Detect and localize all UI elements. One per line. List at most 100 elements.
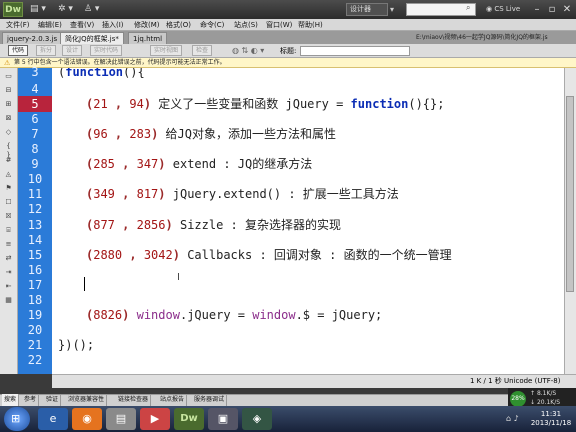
tray-icons[interactable]: ⌂ ♪ [506, 414, 519, 423]
menu-edit[interactable]: 编辑(E) [38, 19, 62, 31]
close-button[interactable]: ✕ [560, 2, 574, 17]
tab-validation[interactable]: 验证 [44, 394, 62, 406]
settings-gear-icon[interactable]: ✲ ▾ [58, 3, 73, 16]
globe-icon[interactable]: ◍ ⇅ ◐ ▾ [232, 46, 264, 55]
live-view-button[interactable]: 实时视图 [150, 45, 183, 56]
line-number-gutter: 3 4 5 6 7 8 9 10 11 12 13 14 15 16 17 18… [18, 65, 52, 374]
clock-date: 2013/11/18 [530, 419, 572, 427]
tab-link-checker[interactable]: 链接检查器 [116, 394, 152, 406]
code-line-3: (function(){ [58, 68, 145, 79]
cs-live-label: CS Live [494, 5, 521, 13]
recent-snippets-icon[interactable]: ≡ [3, 240, 14, 249]
dreamweaver-logo: Dw [3, 2, 23, 17]
open-documents-icon[interactable]: ▭ [3, 72, 14, 81]
title-input[interactable] [300, 46, 410, 56]
format-source-icon[interactable]: ▦ [3, 296, 14, 305]
file-explorer-icon[interactable]: ▤ [106, 408, 136, 430]
menu-help[interactable]: 帮助(H) [298, 19, 323, 31]
download-arrow-icon: ↓ [530, 399, 537, 406]
user-icon[interactable]: ♙ ▾ [84, 3, 99, 16]
select-parent-tag-icon[interactable]: ◇ [3, 128, 14, 137]
line-number: 17 [27, 278, 43, 292]
live-code-button[interactable]: 实时代码 [90, 45, 123, 56]
tab-1jq-html[interactable]: 1jq.html [128, 32, 168, 44]
code-line-19: (8826) window.jQuery = window.$ = jQuery… [86, 308, 383, 322]
code-view-button[interactable]: 代码 [8, 45, 29, 56]
collapse-tag-icon[interactable]: ⊟ [3, 86, 14, 95]
workspace-switcher[interactable]: 设计器 [346, 3, 388, 16]
code-editor[interactable]: (function(){ (21 , 94) 定义了一些变量和函数 jQuery… [52, 68, 564, 374]
menu-modify[interactable]: 修改(M) [134, 19, 160, 31]
line-number: 15 [27, 248, 43, 262]
line-number-error: 5 [18, 96, 52, 112]
tab-server-debug[interactable]: 服务器调试 [192, 394, 228, 406]
tab-browser-compatibility[interactable]: 浏览器兼容性 [66, 394, 108, 406]
balance-braces-icon[interactable]: { } [3, 142, 14, 159]
dreamweaver-taskbar-icon[interactable]: Dw [174, 408, 204, 430]
cs-live-button[interactable]: ◉ CS Live [486, 3, 526, 16]
app-green-icon[interactable]: ◈ [242, 408, 272, 430]
apply-comment-icon[interactable]: ☐ [3, 198, 14, 207]
outdent-code-icon[interactable]: ⇤ [3, 282, 14, 291]
highlight-invalid-code-icon[interactable]: ◬ [3, 170, 14, 179]
system-clock[interactable]: 11:31 2013/11/18 [528, 410, 574, 428]
text-caret [84, 277, 85, 291]
line-numbers-icon[interactable]: # [3, 156, 14, 165]
line-number: 13 [27, 218, 43, 232]
tab-site-reports[interactable]: 站点报告 [158, 394, 188, 406]
syntax-error-alerts-icon[interactable]: ⚑ [3, 184, 14, 193]
line-number: 21 [27, 338, 43, 352]
remove-comment-icon[interactable]: ☒ [3, 212, 14, 221]
scrollbar-thumb[interactable] [566, 96, 574, 292]
document-path: E:\miaov\视频\46一起学JQ源码\简化JQ的框架.js [416, 34, 548, 41]
wrap-tag-icon[interactable]: ⌸ [3, 226, 14, 235]
line-number: 14 [27, 233, 43, 247]
line-number: 9 [31, 157, 39, 171]
expand-all-icon[interactable]: ⊠ [3, 114, 14, 123]
minimize-button[interactable]: – [530, 2, 544, 17]
upload-arrow-icon: ↑ [530, 390, 537, 397]
code-line-15: (2880 , 3042) Callbacks : 回调对象 : 函数的一个统一… [86, 248, 452, 262]
internet-explorer-icon[interactable]: e [38, 408, 68, 430]
split-view-button[interactable]: 拆分 [36, 45, 57, 56]
code-line-9: (285 , 347) extend : JQ的继承方法 [86, 157, 313, 171]
windows-logo-icon: ⊞ [11, 412, 21, 425]
line-number: 18 [27, 293, 43, 307]
move-css-icon[interactable]: ⇄ [3, 254, 14, 263]
maximize-button[interactable]: ▫ [545, 2, 559, 17]
clock-time: 11:31 [540, 410, 562, 418]
collapse-selection-icon[interactable]: ⊞ [3, 100, 14, 109]
line-number: 22 [27, 353, 43, 367]
warning-icon: ⚠ [4, 59, 11, 67]
line-number: 16 [27, 263, 43, 277]
mouse-ibeam-cursor-icon: I [177, 272, 180, 283]
app-window-icon[interactable]: ▣ [208, 408, 238, 430]
menu-site[interactable]: 站点(S) [234, 19, 258, 31]
tab-search[interactable]: 搜索 [2, 394, 20, 406]
line-number: 7 [31, 127, 39, 141]
line-number: 6 [31, 112, 39, 126]
design-view-button[interactable]: 设计 [62, 45, 83, 56]
menu-file[interactable]: 文件(F) [6, 19, 30, 31]
menu-insert[interactable]: 插入(I) [102, 19, 124, 31]
workspace-dropdown-icon[interactable]: ▾ [390, 5, 394, 14]
search-icon[interactable]: ⌕ [466, 3, 470, 13]
menu-format[interactable]: 格式(O) [166, 19, 191, 31]
firefox-icon[interactable]: ◉ [72, 408, 102, 430]
indent-code-icon[interactable]: ⇥ [3, 268, 14, 277]
tab-simplified-jq-framework[interactable]: 简化JQ的框架.js* [60, 32, 124, 44]
network-percent: 28% [510, 391, 526, 407]
menu-window[interactable]: 窗口(W) [266, 19, 292, 31]
media-player-icon[interactable]: ▶ [140, 408, 170, 430]
line-number: 19 [27, 308, 43, 322]
code-line-5: (21 , 94) 定义了一些变量和函数 jQuery = function()… [86, 97, 445, 111]
layout-icon[interactable]: ▤ ▾ [30, 3, 46, 16]
menu-view[interactable]: 查看(V) [70, 19, 94, 31]
menu-commands[interactable]: 命令(C) [200, 19, 224, 31]
inspect-button[interactable]: 检查 [192, 45, 213, 56]
tab-jquery-2.0.3[interactable]: jquery-2.0.3.js [2, 32, 63, 44]
code-line-13: (877 , 2856) Sizzle : 复杂选择器的实现 [86, 218, 341, 232]
tab-reference[interactable]: 参考 [22, 394, 40, 406]
line-number: 8 [31, 142, 39, 156]
file-size-encoding: 1 K / 1 秒 Unicode (UTF-8) [470, 377, 561, 385]
